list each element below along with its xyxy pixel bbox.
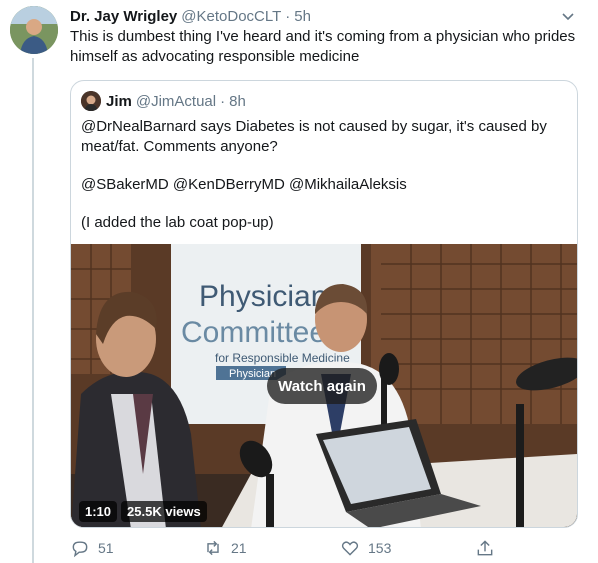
quoted-tweet-header: Jim @JimActual · 8h — [81, 91, 246, 111]
tweet-text: This is dumbest thing I've heard and it'… — [70, 28, 576, 65]
thread-line — [32, 58, 34, 563]
quoted-tweet[interactable]: Jim @JimActual · 8h @DrNealBarnard says … — [70, 80, 578, 528]
watch-again-button[interactable]: Watch again — [267, 368, 377, 404]
banner-line2: Committee — [181, 316, 326, 349]
tweet-time[interactable]: 5h — [294, 8, 311, 25]
video-player[interactable]: Physicians Committee for Responsible Med… — [71, 244, 577, 527]
quoted-mentions-line: @SBakerMD @KenDBerryMD @MikhailaAleksis — [81, 176, 407, 193]
tweet-actions: 51 21 153 — [70, 538, 500, 562]
reply-icon — [72, 541, 88, 558]
tweet-header: Dr. Jay Wrigley @KetoDocCLT · 5h — [70, 6, 311, 26]
author-handle[interactable]: @KetoDocCLT — [181, 8, 281, 25]
author-avatar[interactable] — [10, 6, 58, 54]
video-meta: 1:10 25.5K views — [79, 501, 207, 522]
separator-dot: · — [285, 7, 291, 25]
separator-dot: · — [220, 92, 226, 110]
quoted-author-avatar — [81, 91, 101, 111]
chevron-down-icon[interactable] — [560, 8, 576, 24]
retweet-count: 21 — [231, 540, 247, 556]
heart-icon — [341, 541, 359, 556]
reply-button[interactable]: 51 — [70, 538, 114, 558]
author-name[interactable]: Dr. Jay Wrigley — [70, 8, 177, 25]
share-button[interactable] — [475, 538, 503, 558]
like-button[interactable]: 153 — [340, 538, 391, 558]
reply-count: 51 — [98, 540, 114, 556]
video-duration: 1:10 — [79, 501, 118, 522]
quoted-tweet-text: @DrNealBarnard says Diabetes is not caus… — [81, 117, 569, 233]
tweet[interactable]: Dr. Jay Wrigley @KetoDocCLT · 5h This is… — [0, 0, 598, 563]
video-views: 25.5K views — [121, 501, 207, 522]
quoted-note-line: (I added the lab coat pop-up) — [81, 214, 274, 231]
quoted-author-name: Jim — [106, 92, 132, 110]
quoted-text-line: @DrNealBarnard says Diabetes is not caus… — [81, 118, 547, 155]
retweet-button[interactable]: 21 — [203, 538, 247, 558]
share-icon — [477, 540, 493, 556]
quoted-author-handle: @JimActual — [135, 92, 217, 110]
quoted-tweet-time: 8h — [229, 92, 246, 110]
like-count: 153 — [368, 540, 392, 556]
retweet-icon — [207, 540, 219, 556]
